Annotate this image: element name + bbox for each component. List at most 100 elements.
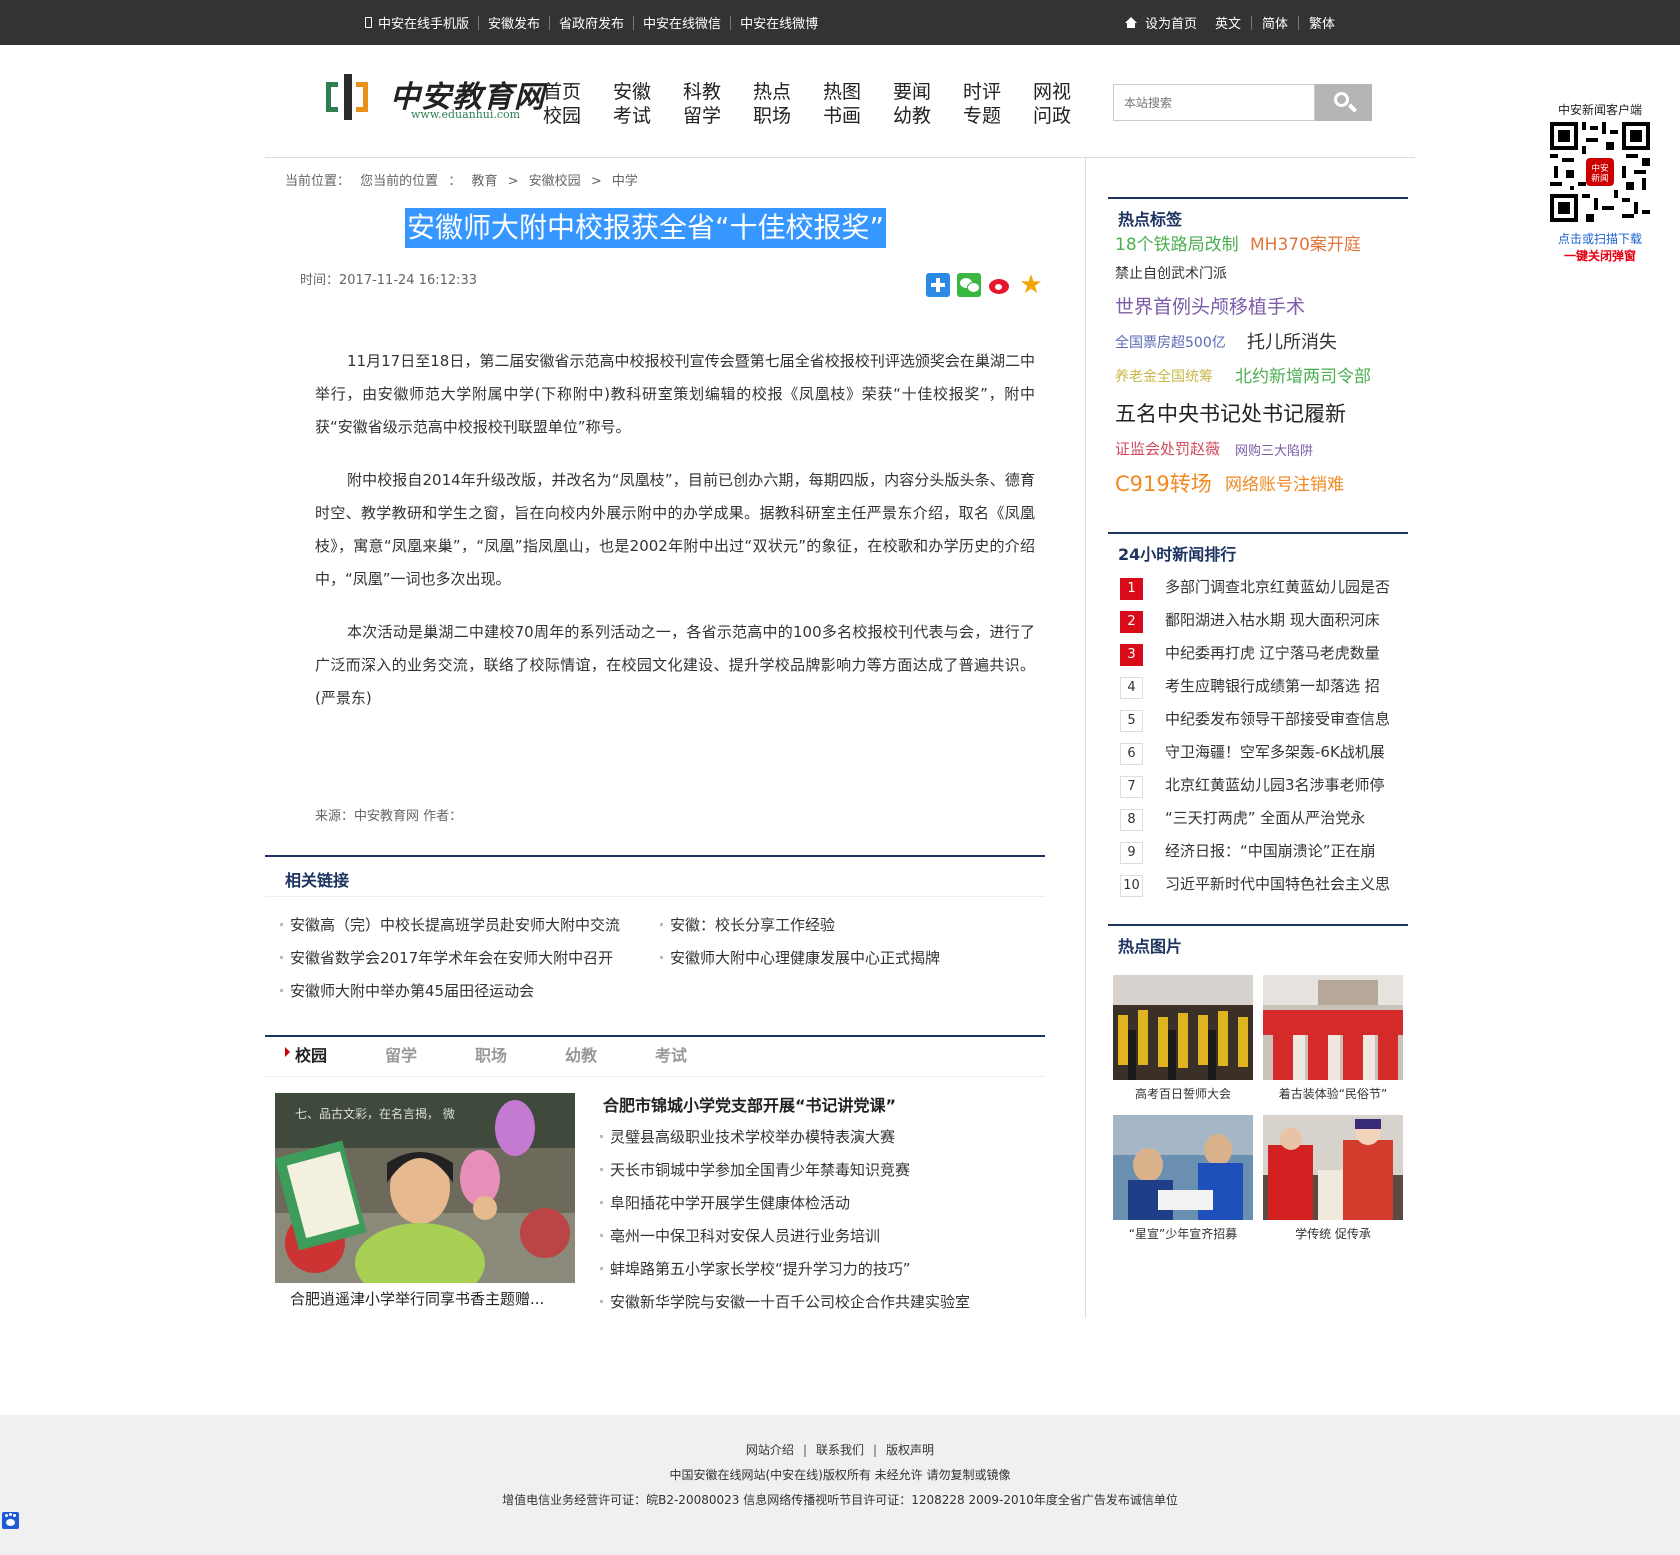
hot-tag-link[interactable]: C919转场	[1115, 468, 1212, 498]
nav-item[interactable]: 热图	[823, 80, 873, 104]
nav-item[interactable]: 幼教	[893, 104, 943, 128]
hot-tag-link[interactable]: MH370案开庭	[1250, 230, 1361, 255]
hot-picture[interactable]: 学传统 促传承	[1263, 1115, 1403, 1242]
nav-item[interactable]: 书画	[823, 104, 873, 128]
nav-item[interactable]: 考试	[613, 104, 663, 128]
ranking-row[interactable]: 10 习近平新时代中国特色社会主义思	[1120, 873, 1410, 897]
hot-picture[interactable]: 高考百日誓师大会	[1113, 975, 1253, 1102]
hot-tag-link[interactable]: 世界首例头颅移植手术	[1115, 292, 1305, 319]
ranking-row[interactable]: 2 鄱阳湖进入枯水期 现大面积河床	[1120, 609, 1410, 633]
footer-copyright-link[interactable]: 版权声明	[886, 1443, 934, 1457]
nav-item[interactable]: 问政	[1033, 104, 1083, 128]
ranking-row[interactable]: 9 经济日报：“中国崩溃论”正在崩	[1120, 840, 1410, 864]
tab-preschool[interactable]: 幼教	[565, 1042, 597, 1066]
nav-item[interactable]: 科教	[683, 80, 733, 104]
footer-about-link[interactable]: 网站介绍	[746, 1443, 794, 1457]
related-link[interactable]: 安徽：校长分享工作经验	[659, 914, 835, 935]
baidu-paw-icon[interactable]	[2, 1512, 19, 1529]
rank-headline[interactable]: 鄱阳湖进入枯水期 现大面积河床	[1165, 609, 1410, 630]
ranking-row[interactable]: 3 中纪委再打虎 辽宁落马老虎数量	[1120, 642, 1410, 666]
nav-item[interactable]: 网视	[1033, 80, 1083, 104]
qr-code-icon[interactable]: 中安 新闻	[1550, 122, 1650, 222]
list-item[interactable]: 阜阳插花中学开展学生健康体检活动	[599, 1192, 850, 1213]
rank-headline[interactable]: 考生应聘银行成绩第一却落选 招	[1165, 675, 1410, 696]
nav-item[interactable]: 热点	[753, 80, 803, 104]
gov-release-link[interactable]: 省政府发布	[559, 13, 624, 32]
hot-tag-link[interactable]: 网购三大陷阱	[1235, 440, 1313, 459]
rank-headline[interactable]: 中纪委再打虎 辽宁落马老虎数量	[1165, 642, 1410, 663]
rank-headline[interactable]: 多部门调查北京红黄蓝幼儿园是否	[1165, 576, 1410, 597]
qr-close-button[interactable]: 一键关闭弹窗	[1545, 247, 1655, 264]
hot-tag-link[interactable]: 托儿所消失	[1247, 328, 1337, 354]
hot-picture[interactable]: “星宣”少年宣齐招募	[1113, 1115, 1253, 1242]
tab-exam[interactable]: 考试	[655, 1042, 687, 1066]
hot-tag-link[interactable]: 证监会处罚赵薇	[1115, 438, 1220, 459]
hot-tag-link[interactable]: 北约新增两司令部	[1235, 362, 1371, 387]
hot-tag-link[interactable]: 五名中央书记处书记履新	[1115, 398, 1346, 428]
ranking-row[interactable]: 8 “三天打两虎” 全面从严治党永	[1120, 807, 1410, 831]
rank-headline[interactable]: 守卫海疆！空军多架轰-6K战机展	[1165, 741, 1410, 762]
breadcrumb-link-campus[interactable]: 安徽校园	[529, 174, 581, 189]
list-item[interactable]: 蚌埠路第五小学家长学校“提升学习力的技巧”	[600, 1258, 911, 1279]
favorite-star-icon[interactable]: ★	[1019, 272, 1043, 298]
hot-picture-caption[interactable]: “星宣”少年宣齐招募	[1113, 1225, 1253, 1242]
hot-tag-link[interactable]: 养老金全国统筹	[1115, 366, 1213, 386]
ranking-row[interactable]: 4 考生应聘银行成绩第一却落选 招	[1120, 675, 1410, 699]
hot-picture[interactable]: 着古装体验“民俗节”	[1263, 975, 1403, 1102]
ranking-row[interactable]: 5 中纪委发布领导干部接受审查信息	[1120, 708, 1410, 732]
related-link[interactable]: 安徽省数学会2017年学术年会在安师大附中召开	[279, 947, 613, 968]
ranking-row[interactable]: 7 北京红黄蓝幼儿园3名涉事老师停	[1120, 774, 1410, 798]
hot-tag-link[interactable]: 禁止自创武术门派	[1115, 263, 1227, 283]
tab-campus[interactable]: 校园	[284, 1042, 327, 1066]
wechat-share-icon[interactable]	[957, 273, 981, 297]
qr-download-link[interactable]: 点击或扫描下载	[1545, 230, 1655, 247]
rank-headline[interactable]: “三天打两虎” 全面从严治党永	[1165, 807, 1410, 828]
hot-tag-link[interactable]: 18个铁路局改制	[1115, 230, 1239, 255]
anhui-release-link[interactable]: 安徽发布	[488, 13, 540, 32]
weibo-share-icon[interactable]	[988, 273, 1012, 297]
search-button[interactable]	[1315, 84, 1372, 121]
nav-item[interactable]: 安徽	[613, 80, 663, 104]
search-input[interactable]	[1113, 84, 1315, 121]
nav-item[interactable]: 留学	[683, 104, 733, 128]
related-link[interactable]: 安徽高（完）中校长提高班学员赴安师大附中交流	[279, 914, 620, 935]
mobile-link[interactable]: 中安在线手机版	[378, 13, 469, 32]
rank-headline[interactable]: 北京红黄蓝幼儿园3名涉事老师停	[1165, 774, 1410, 795]
hot-tag-link[interactable]: 全国票房超500亿	[1115, 332, 1226, 352]
list-item[interactable]: 灵璧县高级职业技术学校举办模特表演大赛	[599, 1126, 895, 1147]
related-link[interactable]: 安徽师大附中心理健康发展中心正式揭牌	[659, 947, 940, 968]
tab-career[interactable]: 职场	[475, 1042, 507, 1066]
hot-picture-caption[interactable]: 高考百日誓师大会	[1113, 1085, 1253, 1102]
ranking-row[interactable]: 6 守卫海疆！空军多架轰-6K战机展	[1120, 741, 1410, 765]
campus-photo-caption[interactable]: 合肥逍遥津小学举行同享书香主题赠...	[290, 1288, 544, 1309]
hot-picture-caption[interactable]: 学传统 促传承	[1263, 1225, 1403, 1242]
hot-tag-link[interactable]: 网络账号注销难	[1225, 470, 1344, 495]
nav-item[interactable]: 要闻	[893, 80, 943, 104]
list-item[interactable]: 天长市铜城中学参加全国青少年禁毒知识竞赛	[599, 1159, 910, 1180]
site-logo[interactable]: 中安教育网 www.eduanhui.com	[326, 70, 544, 128]
related-link[interactable]: 安徽师大附中举办第45届田径运动会	[279, 980, 534, 1001]
simplified-link[interactable]: 简体	[1262, 13, 1288, 32]
list-item[interactable]: 安徽新华学院与安徽一十百千公司校企合作共建实验室	[599, 1291, 970, 1312]
weibo-link[interactable]: 中安在线微博	[740, 13, 818, 32]
ranking-row[interactable]: 1 多部门调查北京红黄蓝幼儿园是否	[1120, 576, 1410, 600]
rank-headline[interactable]: 经济日报：“中国崩溃论”正在崩	[1165, 840, 1410, 861]
campus-headline[interactable]: 合肥市锦城小学党支部开展“书记讲党课”	[603, 1092, 896, 1116]
hot-picture-caption[interactable]: 着古装体验“民俗节”	[1263, 1085, 1403, 1102]
english-link[interactable]: 英文	[1215, 13, 1241, 32]
rank-headline[interactable]: 习近平新时代中国特色社会主义思	[1165, 873, 1410, 894]
nav-item[interactable]: 首页	[543, 80, 593, 104]
nav-item[interactable]: 职场	[753, 104, 803, 128]
nav-item[interactable]: 校园	[543, 104, 593, 128]
nav-item[interactable]: 专题	[963, 104, 1013, 128]
list-item[interactable]: 亳州一中保卫科对安保人员进行业务培训	[599, 1225, 880, 1246]
tab-study-abroad[interactable]: 留学	[385, 1042, 417, 1066]
wechat-link[interactable]: 中安在线微信	[643, 13, 721, 32]
breadcrumb-link-education[interactable]: 教育	[471, 174, 497, 189]
nav-item[interactable]: 时评	[963, 80, 1013, 104]
share-more-icon[interactable]	[926, 273, 950, 297]
footer-contact-link[interactable]: 联系我们	[816, 1443, 864, 1457]
campus-photo[interactable]: 七、品古文彩，在名言揭， 微	[275, 1093, 575, 1283]
breadcrumb-link-middle[interactable]: 中学	[612, 174, 638, 189]
traditional-link[interactable]: 繁体	[1309, 13, 1335, 32]
